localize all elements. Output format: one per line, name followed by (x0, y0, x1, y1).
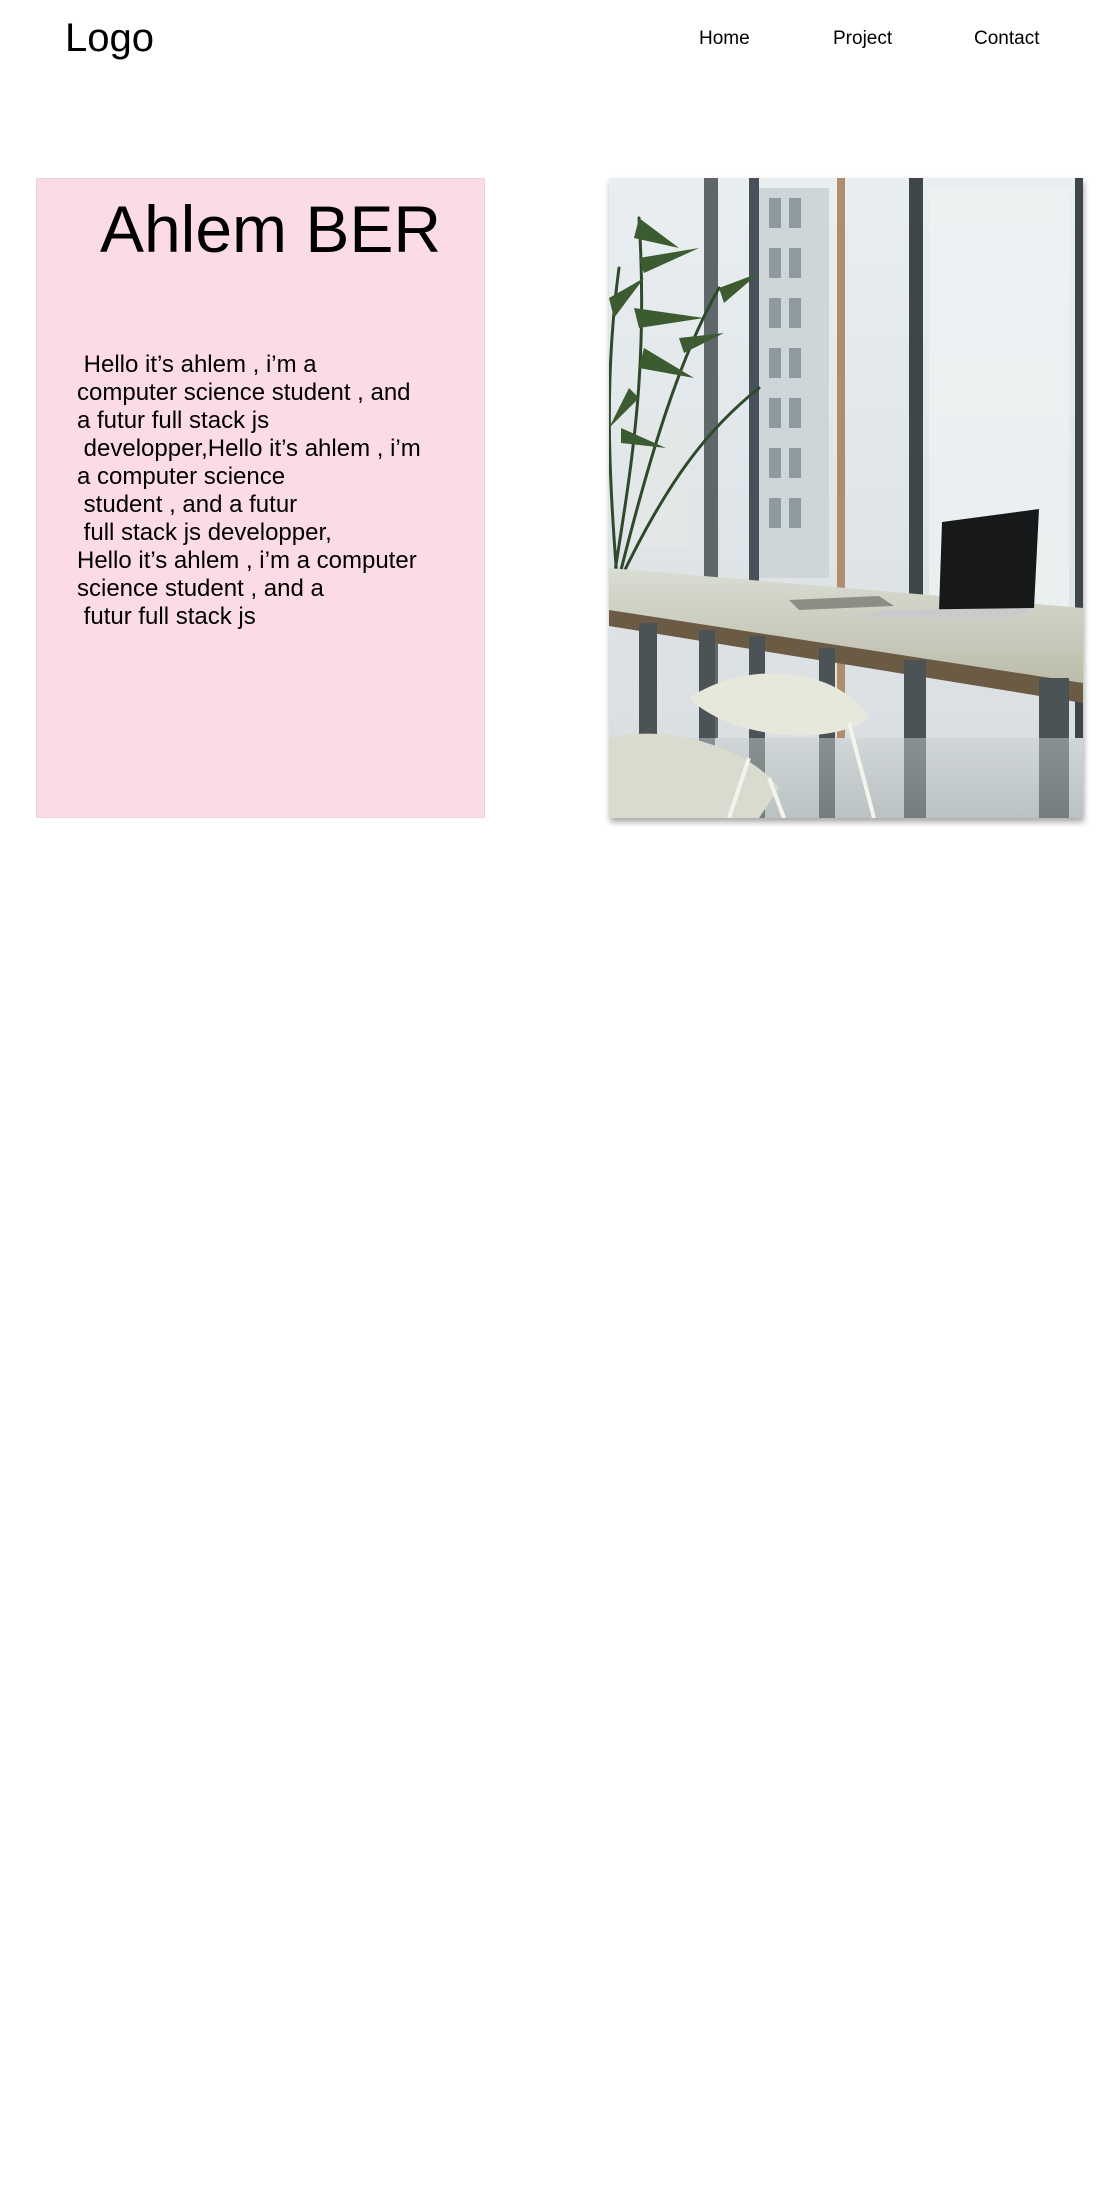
site-header: Logo Home Project Contact (0, 0, 1111, 80)
page: Logo Home Project Contact Ahlem BER Hell… (0, 0, 1111, 2191)
intro-name: Ahlem BER (99, 192, 442, 266)
nav-link-project[interactable]: Project (833, 26, 892, 52)
intro-card: Ahlem BER Hello it’s ahlem , i’m a compu… (36, 178, 485, 818)
main-nav: Home Project Contact (0, 26, 1111, 56)
office-photo-illustration (609, 178, 1083, 818)
intro-text: Hello it’s ahlem , i’m a computer scienc… (77, 351, 421, 630)
nav-link-home[interactable]: Home (699, 26, 750, 52)
nav-link-contact[interactable]: Contact (974, 26, 1039, 52)
office-photo (609, 178, 1083, 818)
